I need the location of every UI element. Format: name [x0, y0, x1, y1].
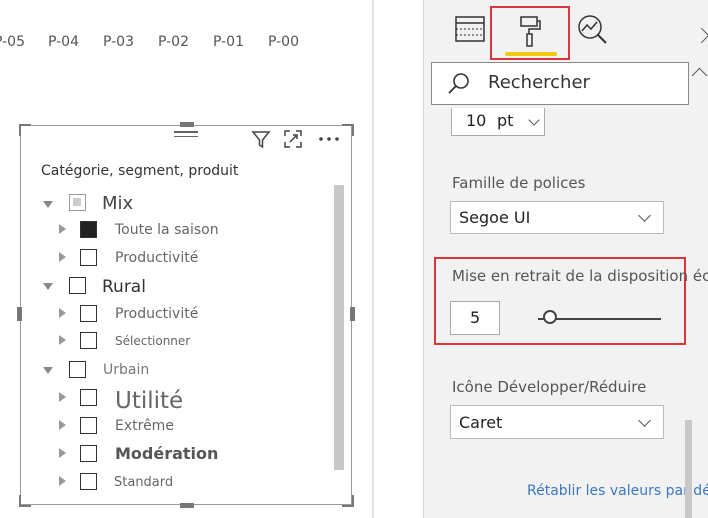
font-family-value: Segoe UI [459, 208, 531, 227]
collapse-caret-icon[interactable] [43, 201, 53, 208]
collapse-pane-icon[interactable] [693, 27, 708, 44]
pane-scrollbar[interactable] [685, 420, 692, 518]
tree-item-label: Extrême [115, 418, 174, 434]
expand-caret-icon[interactable] [59, 252, 66, 262]
chevron-down-icon [638, 414, 651, 427]
chevron-down-icon [638, 209, 651, 222]
resize-handle[interactable] [19, 495, 31, 507]
checkbox[interactable] [80, 417, 97, 434]
tree-item-label: Modération [115, 444, 219, 463]
tree-item-label: Productivité [115, 306, 199, 322]
expand-caret-icon[interactable] [59, 420, 66, 430]
axis-label: P-03 [103, 34, 135, 50]
slicer-tree: Mix Toute la saison Productivité Rural P… [20, 125, 330, 495]
expand-caret-icon[interactable] [59, 224, 66, 234]
expand-caret-icon[interactable] [59, 308, 66, 318]
active-tab-indicator [505, 52, 557, 56]
analytics-tab[interactable] [575, 12, 609, 46]
checkbox[interactable] [80, 389, 97, 406]
tree-item-label: Rural [102, 277, 146, 297]
axis-label: P-02 [158, 34, 190, 50]
analytics-icon [578, 15, 607, 44]
checkbox-checked[interactable] [80, 221, 97, 238]
tree-item-label: Urbain [103, 362, 150, 378]
tree-item-label: Sélectionner [115, 334, 191, 348]
indent-value-input[interactable]: 5 [450, 301, 500, 335]
checkbox[interactable] [80, 249, 97, 266]
fields-tab[interactable] [454, 12, 488, 46]
font-size-value: 10 [466, 111, 487, 130]
font-family-dropdown[interactable]: Segoe UI [450, 201, 664, 234]
tree-item-label: Mix [102, 193, 134, 214]
expand-icon-value: Caret [459, 413, 503, 432]
canvas-divider [372, 0, 374, 518]
expand-icon-dropdown[interactable]: Caret [450, 405, 664, 439]
expand-caret-icon[interactable] [59, 335, 66, 345]
paint-roller-icon [520, 16, 541, 47]
font-size-stepper[interactable]: 10 pt [451, 108, 545, 136]
tree-item-label: Toute la saison [115, 222, 219, 238]
checkbox[interactable] [80, 445, 97, 462]
tree-item-label: Productivité [115, 250, 199, 266]
checkbox[interactable] [80, 332, 97, 349]
stepper-down-icon[interactable] [528, 114, 540, 126]
indent-slider-thumb[interactable] [543, 310, 557, 324]
font-size-unit: pt [497, 111, 514, 130]
format-tab[interactable] [490, 6, 570, 60]
slicer-visual[interactable]: Catégorie, segment, produit Mix Toute la… [17, 122, 355, 508]
expand-caret-icon[interactable] [59, 476, 66, 486]
collapse-caret-icon[interactable] [43, 283, 53, 290]
axis-label: P-00 [268, 34, 300, 50]
expand-caret-icon[interactable] [59, 448, 66, 458]
indent-value: 5 [470, 308, 481, 327]
resize-handle[interactable] [342, 124, 354, 136]
format-pane: Rechercher 10 pt Famille de polices Sego… [423, 0, 708, 518]
search-input[interactable]: Rechercher [488, 72, 590, 93]
tree-item-label: Utilité [115, 388, 184, 414]
resize-handle[interactable] [350, 307, 355, 321]
tree-item-label: Standard [114, 475, 174, 490]
collapse-caret-icon[interactable] [43, 367, 53, 374]
axis-label: P-05 [0, 34, 26, 50]
reset-defaults-link[interactable]: Rétablir les valeurs par défaut [527, 483, 708, 499]
scroll-up-icon[interactable] [691, 67, 708, 84]
font-family-label: Famille de polices [452, 174, 586, 192]
axis-label: P-04 [48, 34, 80, 50]
expand-icon-label: Icône Développer/Réduire [452, 378, 647, 396]
axis-label: P-01 [213, 34, 245, 50]
slicer-scrollbar[interactable] [334, 185, 344, 470]
expand-caret-icon[interactable] [59, 392, 66, 402]
fields-icon [455, 16, 485, 42]
checkbox[interactable] [80, 305, 97, 322]
checkbox[interactable] [69, 361, 86, 378]
search-icon [448, 73, 469, 94]
checkbox-partial[interactable] [69, 194, 86, 211]
indent-label: Mise en retrait de la disposition échelo… [452, 267, 708, 285]
search-box[interactable]: Rechercher [431, 62, 689, 105]
checkbox[interactable] [69, 277, 86, 294]
resize-handle[interactable] [180, 503, 194, 508]
checkbox[interactable] [80, 473, 97, 490]
resize-handle[interactable] [342, 495, 354, 507]
